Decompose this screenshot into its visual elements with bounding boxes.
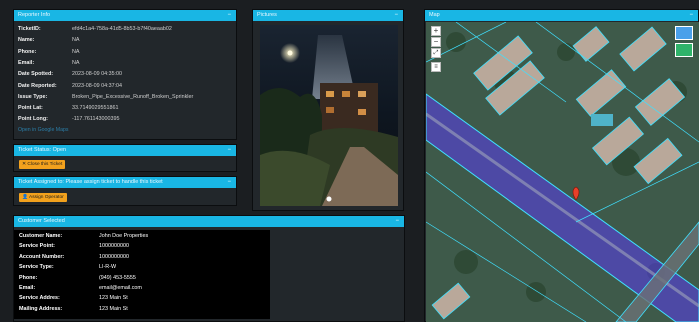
customer-field-label: Service Addres: (19, 295, 60, 302)
collapse-icon[interactable]: − (394, 10, 398, 21)
map-title: Map (429, 12, 440, 18)
pictures-title: Pictures (257, 12, 277, 18)
customer-field-row: Service Point: 1000000000 (19, 242, 265, 252)
collapse-icon[interactable]: − (227, 10, 231, 21)
pictures-header[interactable]: Pictures − (253, 10, 403, 21)
customer-field-label: Service Point: (19, 243, 55, 250)
assignment-title: Ticket Assigned to: Please assign ticket… (18, 179, 163, 185)
customer-field-label: Email: (19, 285, 36, 291)
customer-field-row: Service Type: LI-R-W (19, 263, 265, 273)
customer-field-label: Customer Name: (19, 233, 63, 239)
reporter-field-value: efd4c1a4-758a-41d5-8b53-b7f40aeaab02 (72, 26, 172, 32)
reporter-field-label: Phone: (18, 48, 37, 55)
reporter-field-row: TicketID: efd4c1a4-758a-41d5-8b53-b7f40ae… (18, 24, 232, 34)
customer-field-value: 123 Main St (99, 305, 128, 312)
reporter-field-value: -117.761143000395 (72, 116, 120, 123)
google-maps-link[interactable]: Open in Google Maps (18, 127, 68, 133)
customer-field-value: email@email.com (99, 285, 142, 291)
street-basemap-toggle[interactable] (675, 26, 693, 40)
reporter-field-row: Name: NA (18, 35, 232, 45)
customer-field-label: Phone: (19, 274, 38, 281)
pictures-panel: Pictures − (252, 9, 404, 211)
close-ticket-label: Close this Ticket (27, 162, 63, 167)
reporter-field-label: Name: (18, 37, 35, 44)
customer-field-value: 123 Main St (99, 295, 128, 302)
customer-header[interactable]: Customer Selected − (14, 216, 404, 227)
reporter-field-row: Point Long: -117.761143000395 (18, 114, 232, 124)
reporter-field-row: Point Lat: 33.7149029551861 (18, 103, 232, 113)
assignment-panel: Ticket Assigned to: Please assign ticket… (13, 176, 237, 206)
map-view[interactable] (426, 22, 699, 322)
customer-field-label: Mailing Address: (19, 305, 63, 312)
reporter-field-label: Email: (18, 59, 35, 66)
customer-field-row: Account Number: 1000000000 (19, 253, 265, 263)
reported-photo[interactable] (260, 25, 398, 206)
reporter-field-row: Issue Type: Broken_Pipe_Excessive_Runoff_… (18, 92, 232, 102)
ticket-status-title: Ticket Status: Open (18, 147, 67, 153)
map-panel: Map − + − ⤢ ≡ (424, 9, 699, 322)
reporter-field-label: Date Reported: (18, 82, 57, 89)
customer-field-row: Phone: (949) 453-5555 (19, 274, 265, 284)
customer-field-row: Customer Name: John Doe Properties (19, 232, 265, 242)
assignment-header[interactable]: Ticket Assigned to: Please assign ticket… (14, 177, 236, 188)
collapse-icon[interactable]: − (689, 10, 693, 21)
customer-field-row: Email: email@email.com (19, 284, 265, 294)
reporter-field-row: Email: NA (18, 58, 232, 68)
reporter-field-label: Point Lat: (18, 105, 43, 112)
reporter-info-panel: Reporter Info − TicketID: efd4c1a4-758a-4… (13, 9, 237, 140)
customer-field-value: John Doe Properties (99, 233, 149, 239)
close-ticket-button[interactable]: ✕ Close this Ticket (19, 160, 66, 169)
reporter-field-row: Date Spotted: 2023-08-09 04:35:00 (18, 69, 232, 79)
reporter-info-title: Reporter Info (18, 12, 51, 18)
reporter-field-value: NA (72, 59, 80, 66)
zoom-in-button[interactable]: + (431, 26, 441, 36)
customer-field-label: Service Type: (19, 264, 54, 271)
customer-field-label: Account Number: (19, 253, 65, 260)
customer-field-value: (949) 453-5555 (99, 274, 136, 281)
customer-field-value: LI-R-W (99, 264, 117, 271)
assign-operator-button[interactable]: 👤 Assign Operator (19, 193, 67, 202)
collapse-icon[interactable]: − (227, 177, 231, 188)
reporter-field-value: NA (72, 37, 80, 44)
customer-field-value: 1000000000 (99, 243, 129, 250)
reporter-field-row: Phone: NA (18, 47, 232, 57)
user-icon: 👤 (22, 195, 30, 200)
map-header[interactable]: Map − (425, 10, 698, 21)
reporter-field-value: 2023-08-09 04:35:00 (72, 71, 123, 78)
reporter-field-value: NA (72, 48, 80, 55)
reporter-field-label: Date Spotted: (18, 71, 54, 78)
reporter-field-label: Point Long: (18, 116, 48, 123)
customer-field-row: Service Addres: 123 Main St (19, 294, 265, 304)
ticket-status-panel: Ticket Status: Open − ✕ Close this Ticke… (13, 144, 237, 172)
assign-operator-label: Assign Operator (29, 195, 64, 200)
customer-details-box: Customer Name: John Doe Properties Service… (14, 230, 270, 319)
carousel-dot[interactable] (326, 196, 332, 202)
collapse-icon[interactable]: − (395, 216, 399, 227)
reporter-field-value: 2023-08-09 04:37:04 (72, 82, 123, 89)
pool (591, 114, 613, 126)
reporter-field-row: Date Reported: 2023-08-09 04:37:04 (18, 81, 232, 91)
reporter-field-label: TicketID: (18, 26, 41, 32)
satellite-basemap-toggle[interactable] (675, 43, 693, 57)
customer-field-value: 1000000000 (99, 253, 129, 260)
zoom-out-button[interactable]: − (431, 37, 441, 47)
reporter-field-value: Broken_Pipe_Excessive_Runoff_Broken_Spri… (72, 93, 194, 100)
customer-field-row: Mailing Address: 123 Main St (19, 305, 265, 315)
customer-title: Customer Selected (18, 218, 65, 224)
collapse-icon[interactable]: − (227, 145, 231, 156)
reporter-field-label: Issue Type: (18, 93, 48, 100)
reporter-field-value: 33.7149029551861 (72, 105, 119, 112)
reporter-info-header[interactable]: Reporter Info − (14, 10, 236, 21)
layers-icon[interactable]: ≡ (431, 62, 441, 72)
ticket-status-header[interactable]: Ticket Status: Open − (14, 145, 236, 156)
fullscreen-icon[interactable]: ⤢ (431, 48, 441, 58)
